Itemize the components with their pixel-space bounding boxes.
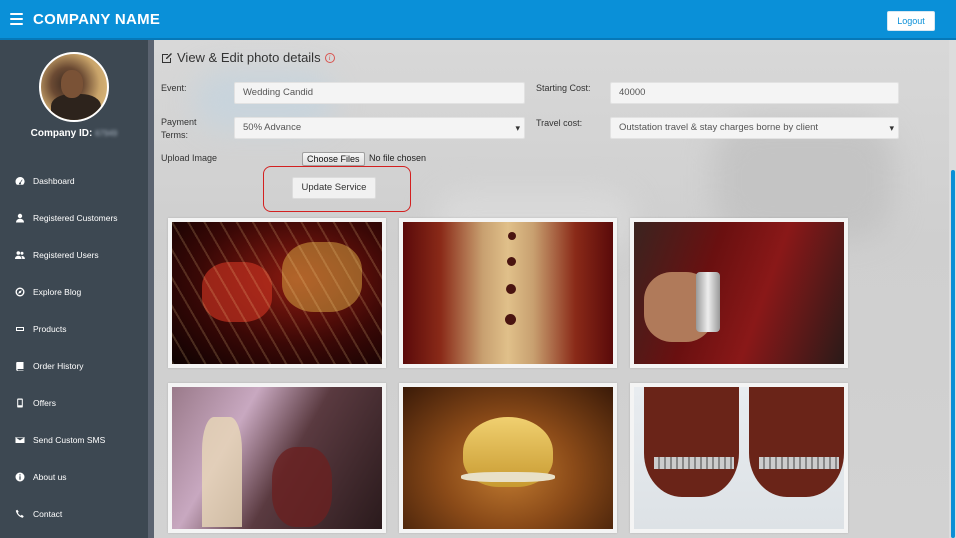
info-icon	[14, 472, 26, 482]
avatar	[39, 52, 109, 122]
mobile-icon	[14, 398, 26, 408]
book-icon	[14, 361, 26, 371]
sidebar-item-label: Registered Users	[33, 249, 99, 260]
update-service-button[interactable]: Update Service	[292, 177, 376, 199]
gallery-photo-sherwani-buttons[interactable]	[399, 218, 617, 368]
gallery-photo-baraat-procession[interactable]	[168, 383, 386, 533]
starting-cost-field[interactable]: 40000	[610, 82, 899, 104]
sidebar-item-label: Order History	[33, 360, 84, 371]
choose-files-button[interactable]: Choose Files	[302, 152, 365, 166]
sidebar-item-label: Contact	[33, 508, 63, 519]
logout-button[interactable]: Logout	[887, 11, 935, 31]
sidebar-item-label: About us	[33, 471, 67, 482]
page-title: View & Edit photo details i	[161, 50, 335, 65]
company-id-label: Company ID:	[30, 128, 93, 139]
sidebar-item-label: Offers	[33, 397, 56, 408]
payment-terms-label: Payment Terms:	[161, 117, 197, 140]
travel-cost-select[interactable]: Outstation travel & stay charges borne b…	[610, 117, 899, 139]
scrollbar-thumb[interactable]	[951, 170, 955, 538]
sidebar-item-registered-customers[interactable]: Registered Customers	[0, 199, 148, 236]
sidebar-item-label: Registered Customers	[33, 212, 118, 223]
sidebar-nav: Dashboard Registered Customers Registere…	[0, 162, 148, 532]
company-brand[interactable]: COMPANY NAME	[33, 11, 160, 28]
event-field[interactable]: Wedding Candid	[234, 82, 525, 104]
sidebar-item-label: Dashboard	[33, 175, 75, 186]
sidebar-item-explore-blog[interactable]: Explore Blog	[0, 273, 148, 310]
sidebar: Company ID: 67949 Dashboard Registered C…	[0, 40, 148, 538]
travel-cost-label: Travel cost:	[536, 118, 583, 128]
sidebar-item-contact[interactable]: Contact	[0, 495, 148, 532]
info-circle-icon[interactable]: i	[324, 52, 335, 63]
gallery-photo-wedding-couple[interactable]	[168, 218, 386, 368]
envelope-icon	[14, 435, 26, 445]
product-icon	[14, 324, 26, 334]
top-bar: COMPANY NAME Logout	[0, 0, 956, 40]
sidebar-item-label: Products	[33, 323, 67, 334]
no-file-chosen-text: No file chosen	[369, 153, 427, 163]
payment-terms-select[interactable]: 50% Advance	[234, 117, 525, 139]
phone-icon	[14, 509, 26, 519]
edit-icon	[162, 52, 172, 63]
sidebar-item-order-history[interactable]: Order History	[0, 347, 148, 384]
payment-terms-value: 50% Advance	[243, 122, 302, 133]
company-id-value: 67949	[95, 129, 118, 138]
gallery-photo-groom-watch[interactable]	[630, 218, 848, 368]
gallery-photo-turban[interactable]	[399, 383, 617, 533]
menu-toggle-icon[interactable]	[10, 13, 23, 25]
sidebar-item-registered-users[interactable]: Registered Users	[0, 236, 148, 273]
starting-cost-label: Starting Cost:	[536, 83, 591, 93]
event-label: Event:	[161, 83, 187, 93]
travel-cost-value: Outstation travel & stay charges borne b…	[619, 122, 819, 133]
users-icon	[14, 250, 26, 260]
sidebar-item-offers[interactable]: Offers	[0, 384, 148, 421]
page-title-text: View & Edit photo details	[177, 50, 321, 65]
compass-icon	[14, 287, 26, 297]
sidebar-item-label: Explore Blog	[33, 286, 82, 297]
sidebar-item-label: Send Custom SMS	[33, 434, 106, 445]
upload-image-label: Upload Image	[161, 153, 218, 163]
sidebar-item-about-us[interactable]: About us	[0, 458, 148, 495]
company-id: Company ID: 67949	[0, 128, 148, 139]
user-icon	[14, 213, 26, 223]
dashboard-icon	[14, 176, 26, 186]
sidebar-item-dashboard[interactable]: Dashboard	[0, 162, 148, 199]
gallery-photo-bride-anklets[interactable]	[630, 383, 848, 533]
sidebar-item-send-custom-sms[interactable]: Send Custom SMS	[0, 421, 148, 458]
sidebar-item-products[interactable]: Products	[0, 310, 148, 347]
